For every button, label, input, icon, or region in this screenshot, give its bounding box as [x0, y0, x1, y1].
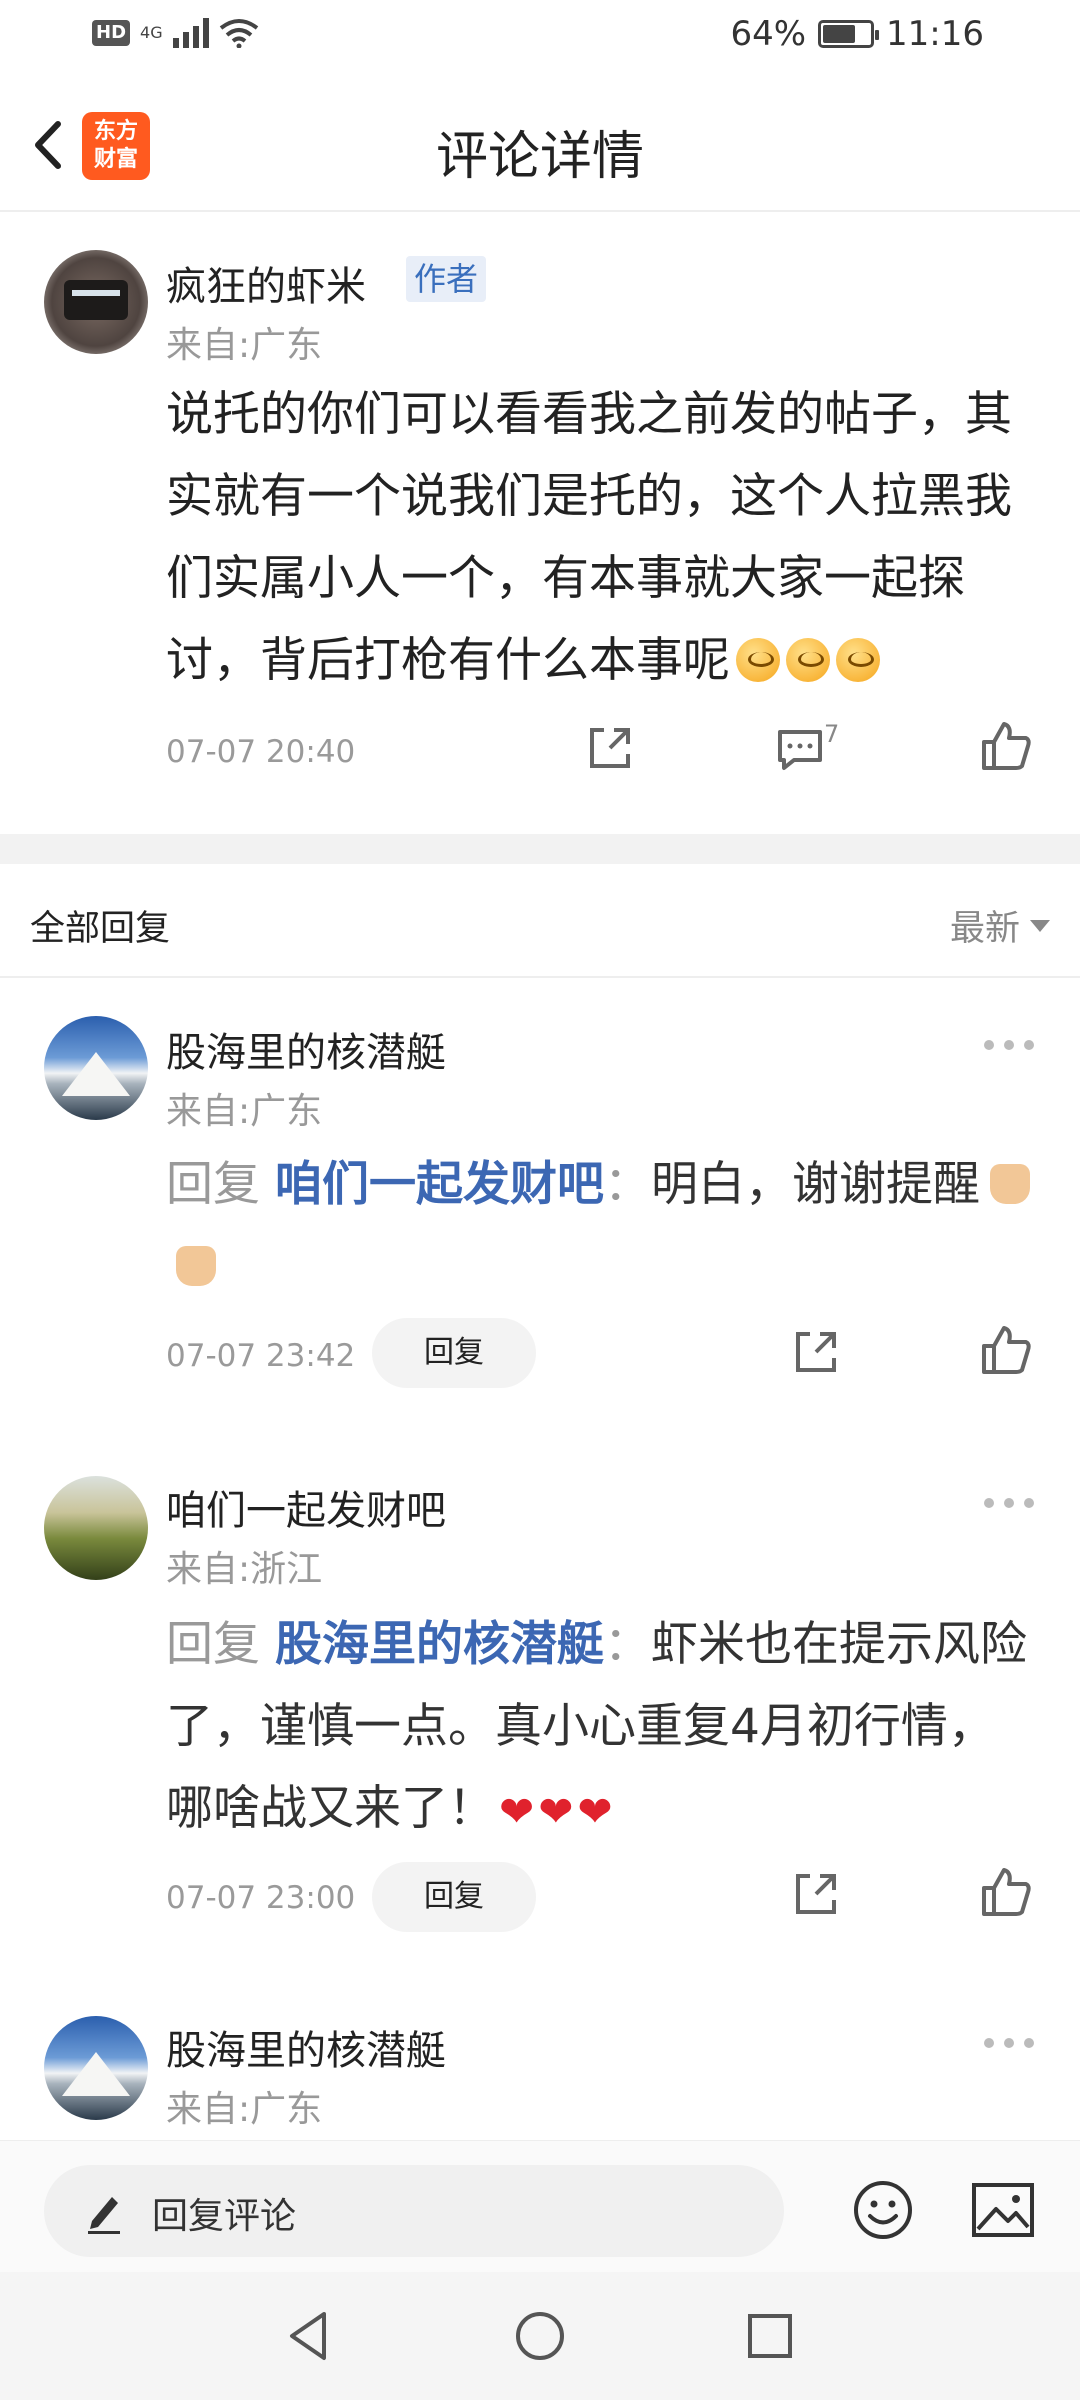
reply-button[interactable]: 回复 — [372, 1318, 536, 1388]
like-icon[interactable] — [978, 718, 1034, 774]
status-right: 64% 11:16 — [730, 14, 984, 54]
like-icon[interactable] — [978, 1322, 1034, 1378]
pencil-icon — [88, 2197, 120, 2234]
avatar[interactable] — [44, 250, 148, 354]
post-body: 说托的你们可以看看我之前发的帖子，其实就有一个说我们是托的，这个人拉黑我们实属小… — [166, 374, 1046, 702]
reply-location: 来自:广东 — [166, 1091, 323, 1132]
reply-username[interactable]: 股海里的核潜艇 — [166, 1020, 446, 1078]
reply-item: 咱们一起发财吧 来自:浙江 回复 股海里的核潜艇：虾米也在提示风险了，谨慎一点。… — [0, 1448, 1080, 1990]
reply-prefix: 回复 — [166, 1617, 260, 1672]
reply-username[interactable]: 咱们一起发财吧 — [166, 1478, 446, 1536]
reply-target-user[interactable]: 咱们一起发财吧 — [275, 1157, 604, 1212]
battery-icon — [818, 20, 880, 48]
reply-colon: ： — [603, 1157, 651, 1212]
reply-item: 股海里的核潜艇 来自:广东 回复 咱们一起发财吧：明白，谢谢提醒 07-07 2… — [0, 978, 1080, 1448]
system-nav-bar — [0, 2272, 1080, 2400]
reply-input-placeholder: 回复评论 — [152, 2196, 297, 2237]
reply-colon: ： — [603, 1617, 651, 1672]
heart-emoji-icon: ❤ — [577, 1787, 613, 1836]
avatar[interactable] — [44, 1016, 148, 1120]
like-icon[interactable] — [978, 1864, 1034, 1920]
reply-prefix: 回复 — [166, 1157, 260, 1212]
author-name[interactable]: 疯狂的虾米 — [166, 254, 366, 312]
reply-input[interactable]: 回复评论 — [44, 2165, 784, 2257]
post-text: 说托的你们可以看看我之前发的帖子，其实就有一个说我们是托的，这个人拉黑我们实属小… — [166, 387, 1012, 688]
comment-count: 7 — [824, 720, 840, 748]
emoji-icon[interactable] — [852, 2179, 914, 2241]
clock: 11:16 — [886, 14, 984, 54]
replies-title: 全部回复 — [30, 909, 171, 949]
post-time: 07-07 20:40 — [166, 734, 356, 770]
image-icon[interactable] — [970, 2179, 1036, 2241]
reply-item: 股海里的核潜艇 来自:广东 — [0, 1990, 1080, 2140]
heart-emoji-icon: ❤ — [499, 1787, 535, 1836]
avatar[interactable] — [44, 2016, 148, 2120]
reply-body: 回复 股海里的核潜艇：虾米也在提示风险了，谨慎一点。真小心重复4月初行情，哪啥战… — [166, 1604, 1036, 1853]
status-left: HD 4G — [92, 18, 259, 48]
page-title: 评论详情 — [435, 127, 644, 187]
reply-location: 来自:广东 — [166, 2089, 323, 2130]
dizzy-face-emoji-icon — [836, 638, 880, 682]
replies-header: 全部回复 最新 — [0, 864, 1080, 978]
section-divider — [0, 834, 1080, 864]
nav-home-icon[interactable] — [508, 2304, 572, 2368]
main-comment: 疯狂的虾米 作者 来自:广东 说托的你们可以看看我之前发的帖子，其实就有一个说我… — [0, 212, 1080, 834]
more-options-icon[interactable] — [984, 2038, 1034, 2050]
signal-icon — [172, 18, 209, 48]
reply-text: 明白，谢谢提醒 — [650, 1157, 980, 1212]
wifi-icon — [219, 19, 258, 48]
reply-input-bar: 回复评论 — [0, 2140, 1080, 2272]
reply-target-user[interactable]: 股海里的核潜艇 — [275, 1617, 604, 1672]
avatar[interactable] — [44, 1476, 148, 1580]
nav-back-icon[interactable] — [278, 2304, 342, 2368]
reply-location: 来自:浙江 — [166, 1549, 323, 1590]
share-icon[interactable] — [788, 1866, 844, 1922]
share-icon[interactable] — [788, 1324, 844, 1380]
comment-icon[interactable] — [772, 720, 828, 776]
nav-recents-icon[interactable] — [738, 2304, 802, 2368]
more-options-icon[interactable] — [984, 1040, 1034, 1052]
reply-username[interactable]: 股海里的核潜艇 — [166, 2018, 446, 2076]
reply-time: 07-07 23:00 — [166, 1880, 356, 1916]
more-options-icon[interactable] — [984, 1498, 1034, 1510]
dizzy-face-emoji-icon — [786, 638, 830, 682]
battery-percent: 64% — [730, 14, 807, 54]
heart-emoji-icon: ❤ — [538, 1787, 574, 1836]
status-bar: HD 4G 64% 11:16 — [0, 0, 1080, 78]
caret-down-icon — [1030, 919, 1050, 932]
dizzy-face-emoji-icon — [736, 638, 780, 682]
sort-dropdown[interactable]: 最新 — [950, 900, 1050, 951]
reply-button[interactable]: 回复 — [372, 1862, 536, 1932]
thumbs-up-emoji-icon — [176, 1246, 216, 1286]
post-location: 来自:广东 — [166, 325, 323, 366]
share-icon[interactable] — [582, 720, 638, 776]
hd-badge: HD — [92, 20, 131, 46]
reply-body: 回复 咱们一起发财吧：明白，谢谢提醒 — [166, 1144, 1036, 1308]
reply-time: 07-07 23:42 — [166, 1338, 356, 1374]
network-type: 4G — [140, 23, 163, 42]
author-badge: 作者 — [406, 256, 487, 302]
sort-label: 最新 — [949, 909, 1020, 949]
app-header: 东方 财富 评论详情 — [0, 78, 1080, 212]
thumbs-up-emoji-icon — [989, 1164, 1030, 1204]
